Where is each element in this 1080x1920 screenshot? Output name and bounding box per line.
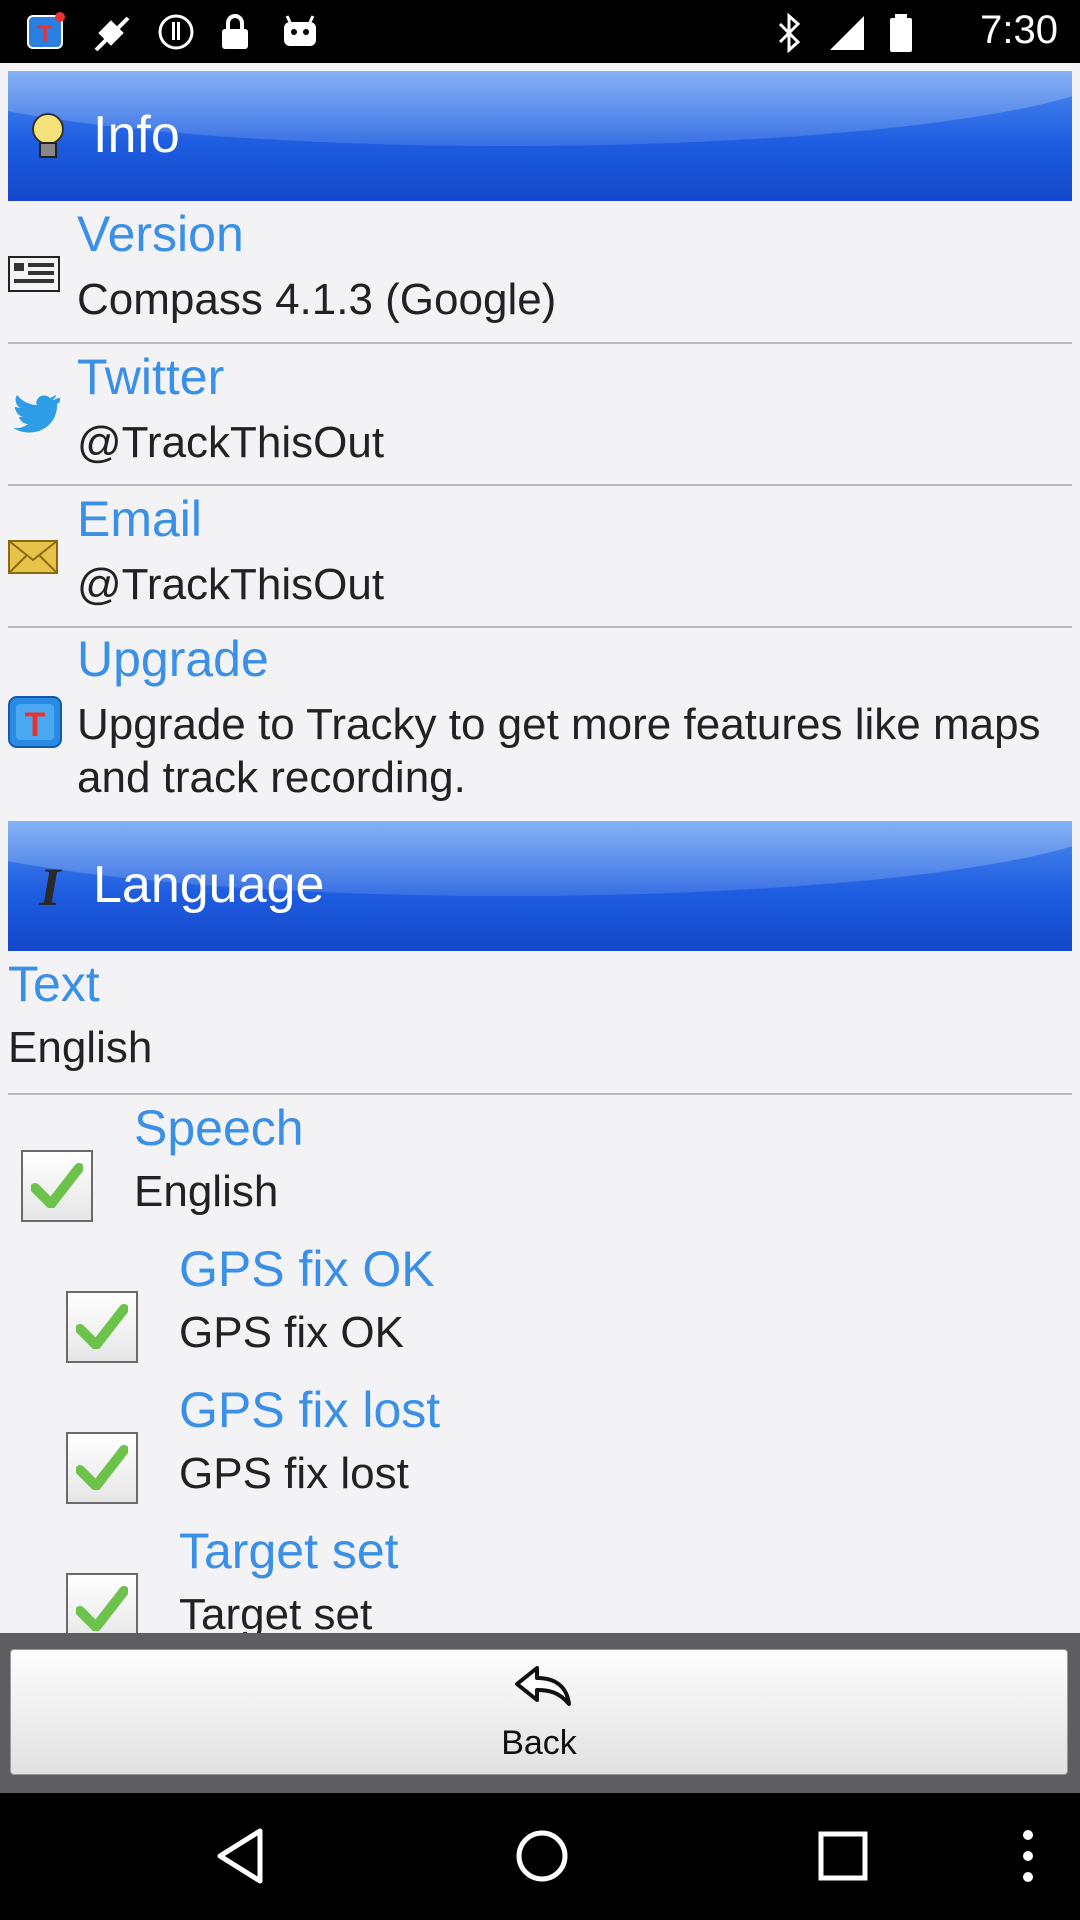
lock-icon (218, 12, 252, 56)
back-arrow-icon (515, 1664, 573, 1716)
svg-text:T: T (38, 21, 53, 48)
gps-fix-lost-row[interactable]: GPS fix lost GPS fix lost (8, 1377, 1072, 1517)
language-section-header: I Language (8, 821, 1072, 951)
settings-content[interactable]: Info Version Compass 4.1.3 (Google) Twit… (0, 63, 1080, 1633)
gps-fix-ok-checkbox[interactable] (66, 1291, 138, 1363)
speech-checkbox[interactable] (21, 1150, 93, 1222)
nav-recents-icon[interactable] (816, 1825, 870, 1891)
nav-overflow-menu-icon[interactable] (1018, 1825, 1038, 1891)
twitter-handle: @TrackThisOut (77, 418, 385, 467)
version-title: Version (77, 206, 244, 262)
upgrade-row[interactable]: T Upgrade Upgrade to Tracky to get more … (8, 628, 1072, 803)
app-notification-icon: T (26, 12, 66, 56)
gps-fix-lost-value: GPS fix lost (179, 1449, 409, 1498)
gps-fix-lost-checkbox[interactable] (66, 1432, 138, 1504)
envelope-icon (8, 540, 58, 578)
gps-fix-ok-row[interactable]: GPS fix OK GPS fix OK (8, 1236, 1072, 1376)
back-button[interactable]: Back (10, 1649, 1068, 1775)
twitter-row[interactable]: Twitter @TrackThisOut (8, 344, 1072, 484)
version-card-icon (8, 256, 60, 296)
text-language-title: Text (8, 956, 100, 1012)
email-title: Email (77, 491, 203, 547)
text-language-value: English (8, 1023, 153, 1072)
status-time: 7:30 (980, 8, 1058, 52)
email-row[interactable]: Email @TrackThisOut (8, 486, 1072, 626)
target-set-checkbox[interactable] (66, 1573, 138, 1633)
gps-fix-ok-title: GPS fix OK (179, 1241, 435, 1297)
target-set-value: Target set (179, 1590, 373, 1633)
gps-fix-lost-title: GPS fix lost (179, 1382, 441, 1438)
version-value: Compass 4.1.3 (Google) (77, 275, 557, 324)
status-bar: T 7:30 (0, 0, 1080, 63)
battery-icon (888, 12, 914, 58)
twitter-bird-icon (8, 392, 62, 440)
speech-value: English (134, 1167, 279, 1216)
upgrade-description: Upgrade to Tracky to get more features l… (77, 700, 1041, 802)
tracky-app-icon: T (8, 696, 62, 752)
info-section-header: Info (8, 71, 1072, 201)
signal-icon (826, 12, 866, 56)
upgrade-title: Upgrade (77, 631, 269, 687)
gps-fix-ok-value: GPS fix OK (179, 1308, 404, 1357)
android-icon (280, 12, 320, 56)
language-section-title: Language (93, 856, 325, 914)
alert-icon (156, 12, 196, 56)
back-button-label: Back (501, 1724, 577, 1762)
nav-home-icon[interactable] (512, 1825, 572, 1891)
info-section-title: Info (93, 106, 180, 164)
svg-text:I: I (38, 861, 62, 911)
italic-text-icon: I (28, 857, 72, 917)
version-row[interactable]: Version Compass 4.1.3 (Google) (8, 201, 1072, 343)
navigation-bar (0, 1793, 1080, 1920)
twitter-title: Twitter (77, 349, 225, 405)
target-set-row[interactable]: Target set Target set (8, 1518, 1072, 1633)
svg-text:T: T (25, 706, 46, 744)
target-set-title: Target set (179, 1523, 399, 1579)
email-value: @TrackThisOut (77, 560, 385, 609)
bluetooth-icon (774, 12, 804, 58)
text-language-row[interactable]: Text English (8, 951, 1072, 1093)
nav-back-icon[interactable] (212, 1825, 268, 1891)
speech-row[interactable]: Speech English (8, 1095, 1072, 1235)
satellite-icon (90, 12, 134, 60)
bottom-action-bar: Back (0, 1633, 1080, 1793)
lightbulb-icon (28, 111, 68, 167)
speech-title: Speech (134, 1100, 304, 1156)
